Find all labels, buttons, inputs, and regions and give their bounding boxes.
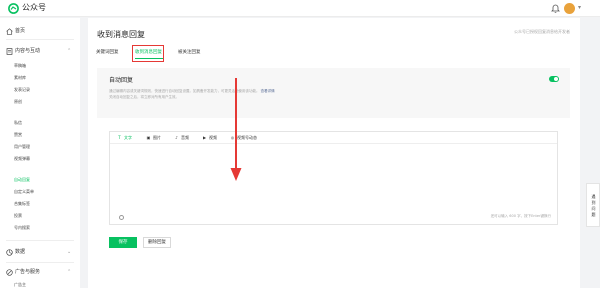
auto-reply-description: 通过编辑内容或关键词规则，快速进行自动回复设置。如具备开发能力，可更灵活地使用该… [109,88,339,100]
view-details-link[interactable]: 查看详情 [261,89,275,93]
wechat-mp-logo-icon[interactable] [8,3,19,14]
delete-reply-button[interactable]: 删除回复 [143,237,171,248]
annotation-arrow-icon [230,78,242,181]
sidebar-subitem-advertiser[interactable]: 广告主 [14,282,26,288]
sidebar-subitem-custom-menu[interactable]: 自定义菜单 [14,189,34,195]
tab-follow-reply[interactable]: 被关注回复 [178,49,201,56]
chart-icon [6,248,13,256]
annotation-highlight-box [132,45,164,62]
tool-image[interactable]: ▣ 图片 [146,135,161,141]
page-title: 收到消息回复 [97,30,145,39]
tab-keyword-reply[interactable]: 关键词回复 [96,49,119,56]
ad-icon [6,268,13,276]
chevron-down-icon[interactable]: ▾ [578,4,581,11]
feedback-button[interactable]: 遇到问题 [586,183,600,227]
audio-icon: ♪ [175,135,178,140]
tool-label: 视频 [209,135,217,140]
sidebar-item-label: 内容与互动 [15,47,41,54]
tool-label: 文字 [124,135,132,140]
image-icon: ▣ [146,135,151,140]
home-icon [6,27,13,35]
editor-toolbar: T 文字 ▣ 图片 ♪ 音频 ▶ 视频 ◎ 视频号动态 [110,132,557,144]
sidebar-subitem-original[interactable]: 原创 [14,99,22,105]
authorization-note: 公众号已授权回复消息给开发者 [514,29,570,34]
sidebar-item-label: 首页 [15,27,26,34]
sidebar-item-content[interactable]: 内容与互动 ⌃ [0,45,80,57]
bell-icon[interactable] [551,3,560,13]
chevron-up-icon: ⌃ [67,269,72,275]
sidebar-subitem-auto-reply[interactable]: 自动回复 [14,177,30,183]
sidebar-subitem-collection-tags[interactable]: 合集标签 [14,201,30,207]
tool-label: 图片 [153,135,161,140]
video-icon: ▶ [202,135,207,140]
reply-editor[interactable]: T 文字 ▣ 图片 ♪ 音频 ▶ 视频 ◎ 视频号动态 还可以输入 600 字，按下Ent… [109,131,558,225]
sidebar-subitem-materials[interactable]: 素材库 [14,75,26,81]
sidebar-item-label: 广告与服务 [15,268,41,275]
save-button[interactable]: 保存 [109,237,137,248]
text-icon: T [118,135,121,140]
document-icon [6,47,13,55]
avatar[interactable] [564,3,575,14]
auto-reply-desc-text-2: 关闭自动回复之后，将立即对所有用户生效。 [109,95,179,99]
chevron-down-icon: ⌄ [67,249,72,255]
feedback-label: 遇到问题 [591,194,596,217]
sidebar-subitem-video-danmaku[interactable]: 视频弹幕 [14,156,30,162]
sidebar-subitem-drafts[interactable]: 草稿箱 [14,63,26,69]
main-panel: 收到消息回复 公众号已授权回复消息给开发者 关键词回复 收到消息回复 被关注回复… [88,18,580,288]
sidebar-subitem-user-management[interactable]: 用户管理 [14,144,30,150]
sidebar-subitem-rewards[interactable]: 赞赏 [14,132,22,138]
tool-label: 音频 [181,135,189,140]
tool-text[interactable]: T 文字 [117,135,132,141]
divider [6,262,74,263]
toggle-knob [554,77,558,81]
sidebar-subitem-publish-records[interactable]: 发表记录 [14,87,30,93]
sidebar-item-ads[interactable]: 广告与服务 ⌃ [0,266,80,278]
sidebar-item-label: 数据 [15,248,26,255]
divider [6,39,74,40]
sidebar-subitem-vote[interactable]: 投票 [14,213,22,219]
divider [6,240,74,241]
character-counter: 还可以输入 600 字，按下Enter键换行 [490,214,551,218]
brand-name[interactable]: 公众号 [22,2,46,14]
top-bar: 公众号 ▾ [0,0,600,17]
sidebar-subitem-in-account-search[interactable]: 号内搜索 [14,225,30,231]
chevron-up-icon: ⌃ [67,48,72,54]
sidebar-item-data[interactable]: 数据 ⌄ [0,246,80,258]
emoji-icon[interactable] [119,215,124,220]
tool-video[interactable]: ▶ 视频 [202,135,217,141]
auto-reply-card: 自动回复 通过编辑内容或关键词规则，快速进行自动回复设置。如具备开发能力，可更灵… [97,68,570,118]
sidebar-subitem-messages[interactable]: 私信 [14,120,22,126]
auto-reply-toggle[interactable] [549,76,559,82]
sidebar: 首页 内容与互动 ⌃ 草稿箱 素材库 发表记录 原创 私信 赞赏 用户管理 视频… [0,18,80,288]
tool-audio[interactable]: ♪ 音频 [174,135,189,141]
auto-reply-title: 自动回复 [109,77,134,84]
sidebar-item-home[interactable]: 首页 [0,25,80,37]
